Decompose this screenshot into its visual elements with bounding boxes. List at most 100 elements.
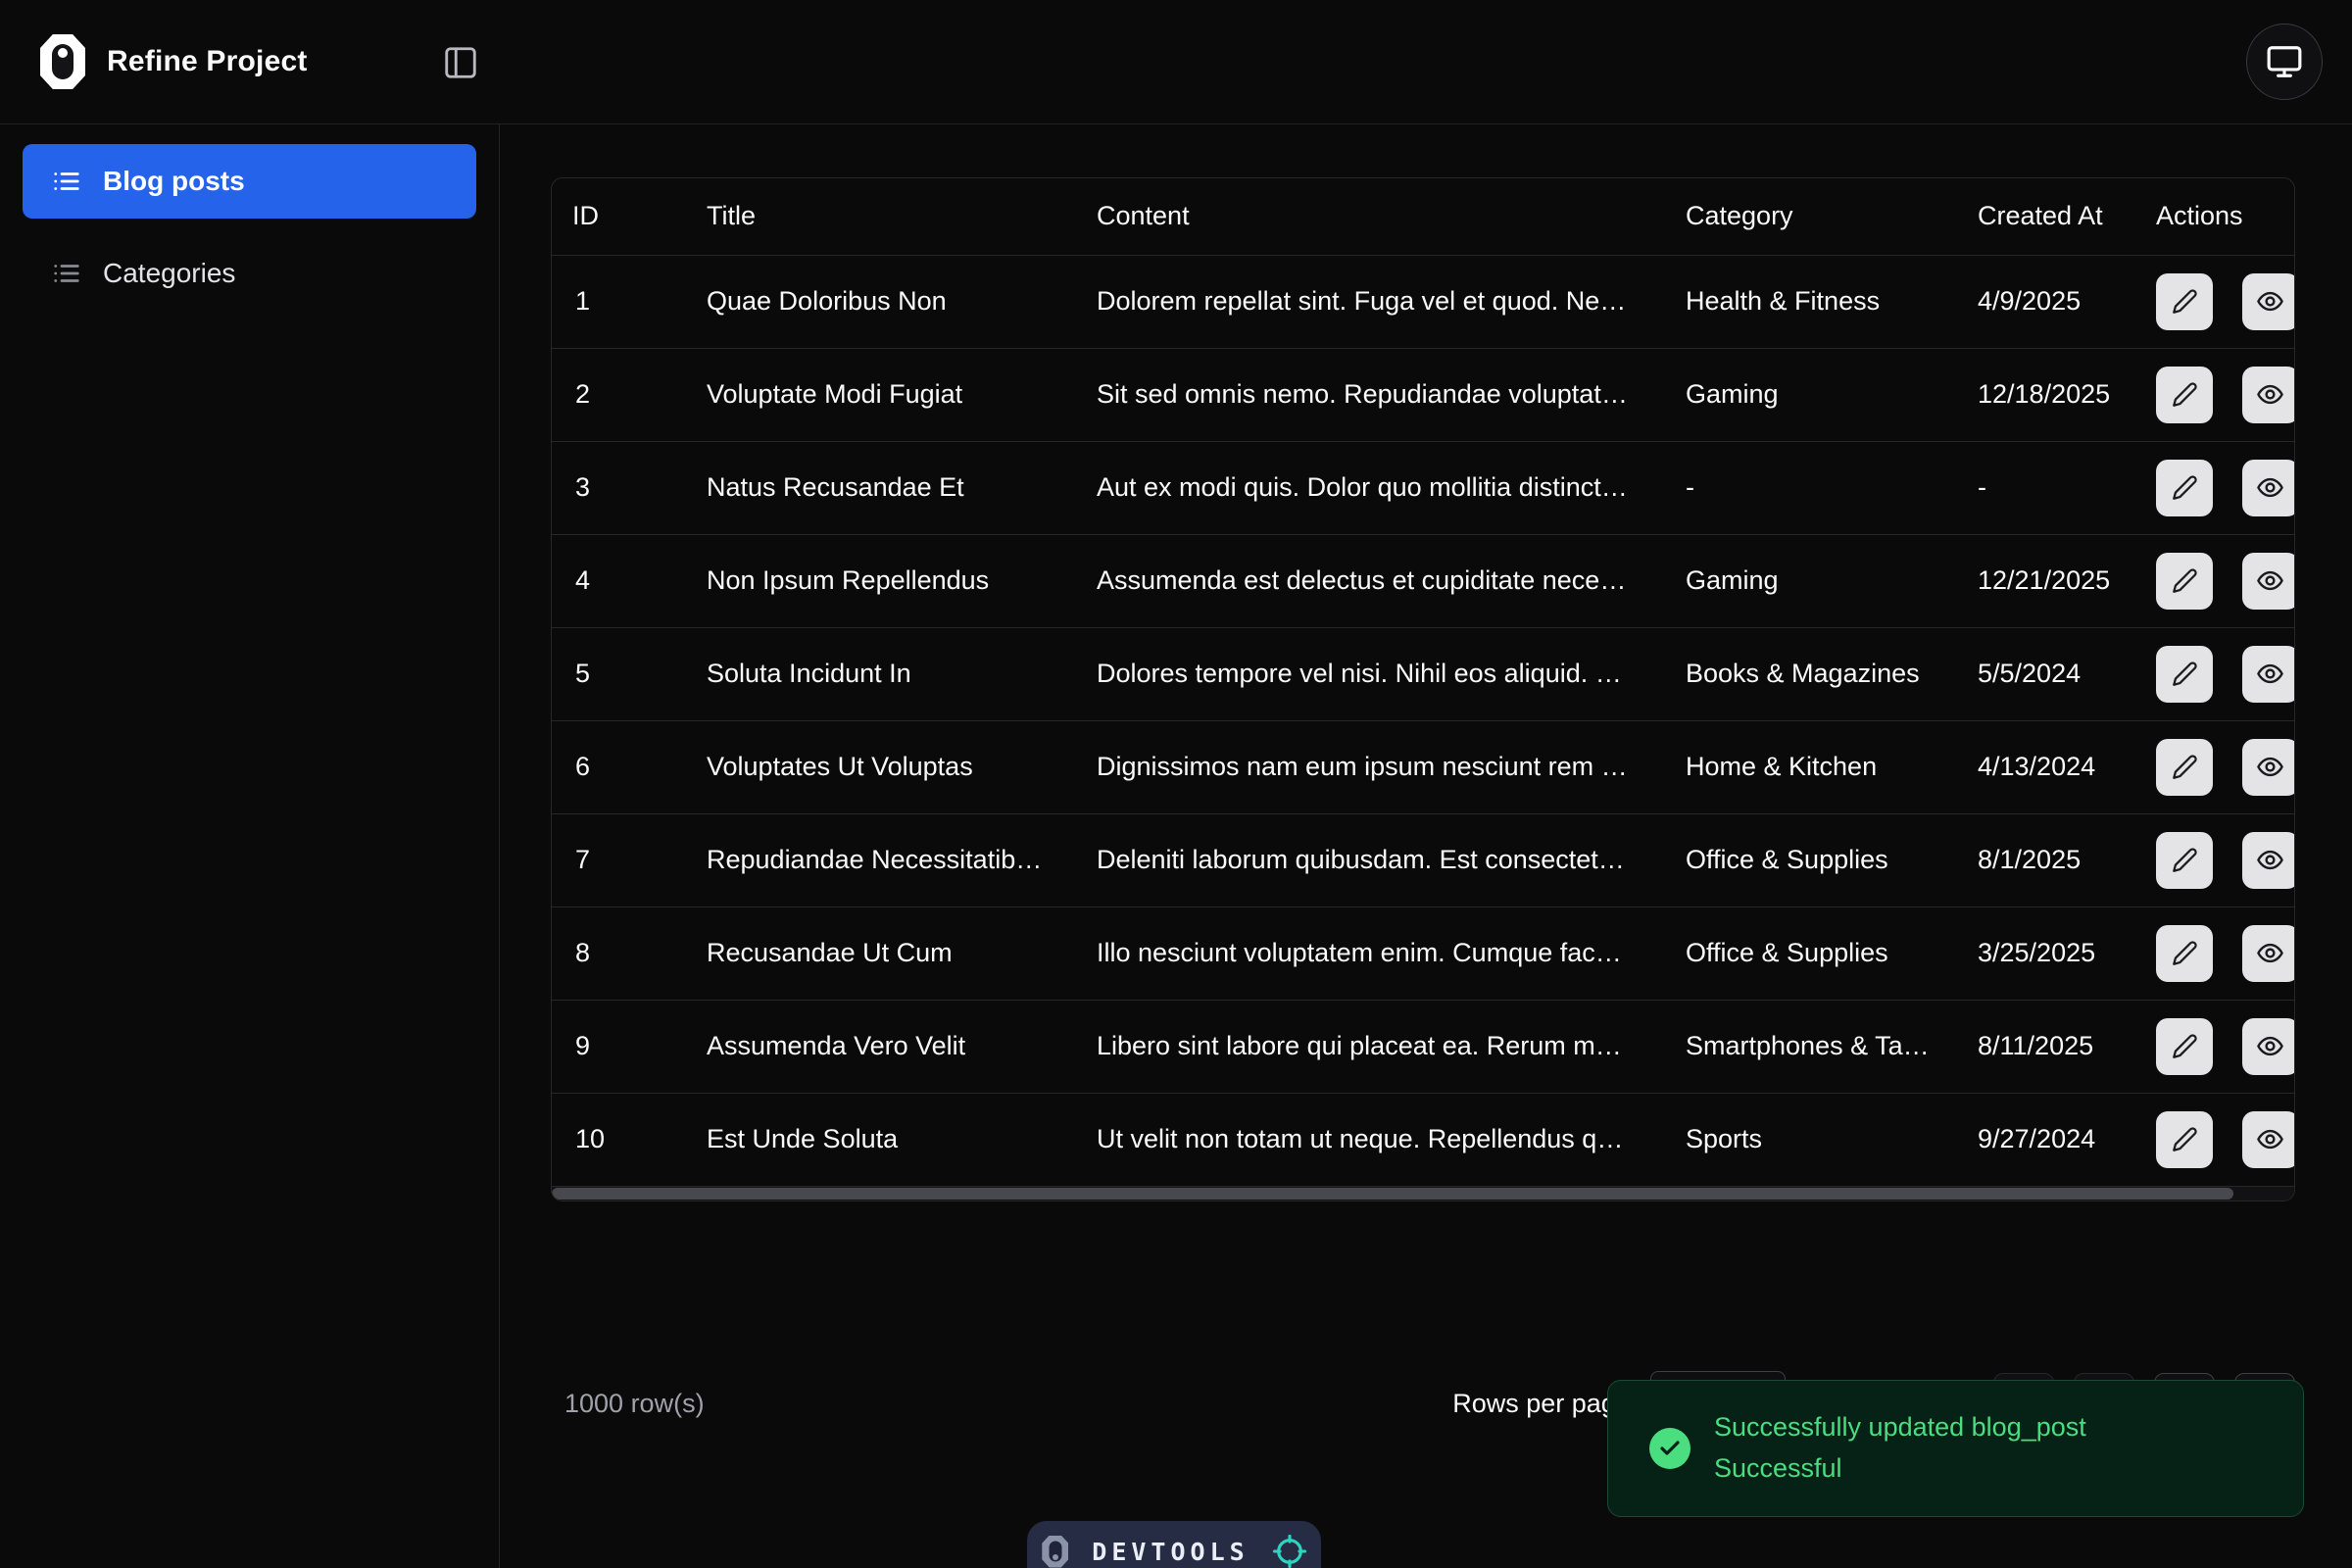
edit-button[interactable] <box>2156 367 2213 423</box>
cell-title: Soluta Incidunt In <box>683 627 1073 720</box>
devtools-label: DEVTOOLS <box>1092 1538 1249 1566</box>
show-button[interactable] <box>2242 646 2295 703</box>
cell-actions <box>2132 720 2294 813</box>
cell-title: Quae Doloribus Non <box>683 255 1073 348</box>
pencil-icon <box>2172 1126 2198 1152</box>
cell-content: Assumenda est delectus et cupiditate nec… <box>1073 534 1662 627</box>
cell-created-at: 8/11/2025 <box>1954 1000 2132 1093</box>
column-header-created-at: Created At <box>1954 178 2132 255</box>
edit-button[interactable] <box>2156 460 2213 516</box>
table-row: 6 Voluptates Ut Voluptas Dignissimos nam… <box>552 720 2294 813</box>
cell-id: 6 <box>552 720 683 813</box>
sidebar-item-label: Categories <box>103 258 235 289</box>
cell-actions <box>2132 1093 2294 1186</box>
eye-icon <box>2256 380 2284 409</box>
eye-icon <box>2256 939 2284 967</box>
rows-per-page-label: Rows per page <box>1452 1389 1631 1419</box>
edit-button[interactable] <box>2156 925 2213 982</box>
cell-created-at: 3/25/2025 <box>1954 906 2132 1000</box>
scrollbar-thumb[interactable] <box>552 1188 2233 1200</box>
cell-created-at: 12/18/2025 <box>1954 348 2132 441</box>
column-header-id: ID <box>552 178 683 255</box>
refine-logo-icon <box>1042 1536 1068 1568</box>
show-button[interactable] <box>2242 832 2295 889</box>
show-button[interactable] <box>2242 925 2295 982</box>
pencil-icon <box>2172 567 2198 594</box>
cell-id: 1 <box>552 255 683 348</box>
edit-button[interactable] <box>2156 832 2213 889</box>
cell-actions <box>2132 441 2294 534</box>
list-icon <box>52 167 81 196</box>
pencil-icon <box>2172 288 2198 315</box>
table-row: 4 Non Ipsum Repellendus Assumenda est de… <box>552 534 2294 627</box>
cell-content: Deleniti laborum quibusdam. Est consecte… <box>1073 813 1662 906</box>
eye-icon <box>2256 1032 2284 1060</box>
panel-left-icon <box>442 44 479 81</box>
column-header-content: Content <box>1073 178 1662 255</box>
monitor-button[interactable] <box>2246 24 2323 100</box>
pencil-icon <box>2172 381 2198 408</box>
cell-content: Sit sed omnis nemo. Repudiandae voluptat… <box>1073 348 1662 441</box>
edit-button[interactable] <box>2156 273 2213 330</box>
cell-id: 10 <box>552 1093 683 1186</box>
crosshair-icon <box>1273 1535 1306 1568</box>
pencil-icon <box>2172 754 2198 780</box>
cell-title: Repudiandae Necessitatib… <box>683 813 1073 906</box>
cell-category: - <box>1662 441 1954 534</box>
cell-content: Ut velit non totam ut neque. Repellendus… <box>1073 1093 1662 1186</box>
sidebar-collapse-button[interactable] <box>441 43 480 82</box>
cell-created-at: 12/21/2025 <box>1954 534 2132 627</box>
pencil-icon <box>2172 474 2198 501</box>
toast-title: Successfully updated blog_post <box>1714 1413 2086 1443</box>
show-button[interactable] <box>2242 1018 2295 1075</box>
cell-content: Dignissimos nam eum ipsum nesciunt rem … <box>1073 720 1662 813</box>
sidebar-item-categories[interactable]: Categories <box>23 236 476 311</box>
edit-button[interactable] <box>2156 646 2213 703</box>
cell-content: Illo nesciunt voluptatem enim. Cumque fa… <box>1073 906 1662 1000</box>
show-button[interactable] <box>2242 739 2295 796</box>
cell-actions <box>2132 813 2294 906</box>
check-circle-icon <box>1649 1428 1690 1469</box>
show-button[interactable] <box>2242 1111 2295 1168</box>
cell-title: Voluptate Modi Fugiat <box>683 348 1073 441</box>
pencil-icon <box>2172 661 2198 687</box>
edit-button[interactable] <box>2156 739 2213 796</box>
cell-category: Office & Supplies <box>1662 906 1954 1000</box>
app-header: Refine Project <box>0 0 2352 124</box>
table-row: 7 Repudiandae Necessitatib… Deleniti lab… <box>552 813 2294 906</box>
table-body: 1 Quae Doloribus Non Dolorem repellat si… <box>552 255 2294 1186</box>
cell-actions <box>2132 255 2294 348</box>
edit-button[interactable] <box>2156 1111 2213 1168</box>
eye-icon <box>2256 846 2284 874</box>
eye-icon <box>2256 1125 2284 1153</box>
show-button[interactable] <box>2242 460 2295 516</box>
cell-id: 3 <box>552 441 683 534</box>
devtools-button[interactable]: DEVTOOLS <box>1027 1521 1321 1568</box>
cell-category: Sports <box>1662 1093 1954 1186</box>
cell-category: Home & Kitchen <box>1662 720 1954 813</box>
show-button[interactable] <box>2242 553 2295 610</box>
horizontal-scrollbar[interactable] <box>552 1187 2294 1200</box>
pencil-icon <box>2172 847 2198 873</box>
cell-content: Libero sint labore qui placeat ea. Rerum… <box>1073 1000 1662 1093</box>
edit-button[interactable] <box>2156 1018 2213 1075</box>
cell-created-at: 4/13/2024 <box>1954 720 2132 813</box>
cell-content: Aut ex modi quis. Dolor quo mollitia dis… <box>1073 441 1662 534</box>
edit-button[interactable] <box>2156 553 2213 610</box>
sidebar-item-blog-posts[interactable]: Blog posts <box>23 144 476 219</box>
sidebar: Blog posts Categories <box>0 124 500 1568</box>
cell-actions <box>2132 627 2294 720</box>
eye-icon <box>2256 473 2284 502</box>
cell-actions <box>2132 534 2294 627</box>
table-row: 8 Recusandae Ut Cum Illo nesciunt volupt… <box>552 906 2294 1000</box>
main-content: ID Title Content Category Created At Act… <box>500 124 2352 1568</box>
table-row: 5 Soluta Incidunt In Dolores tempore vel… <box>552 627 2294 720</box>
monitor-icon <box>2266 43 2303 80</box>
cell-title: Non Ipsum Repellendus <box>683 534 1073 627</box>
eye-icon <box>2256 660 2284 688</box>
cell-category: Gaming <box>1662 534 1954 627</box>
show-button[interactable] <box>2242 273 2295 330</box>
cell-title: Est Unde Soluta <box>683 1093 1073 1186</box>
show-button[interactable] <box>2242 367 2295 423</box>
table-row: 2 Voluptate Modi Fugiat Sit sed omnis ne… <box>552 348 2294 441</box>
